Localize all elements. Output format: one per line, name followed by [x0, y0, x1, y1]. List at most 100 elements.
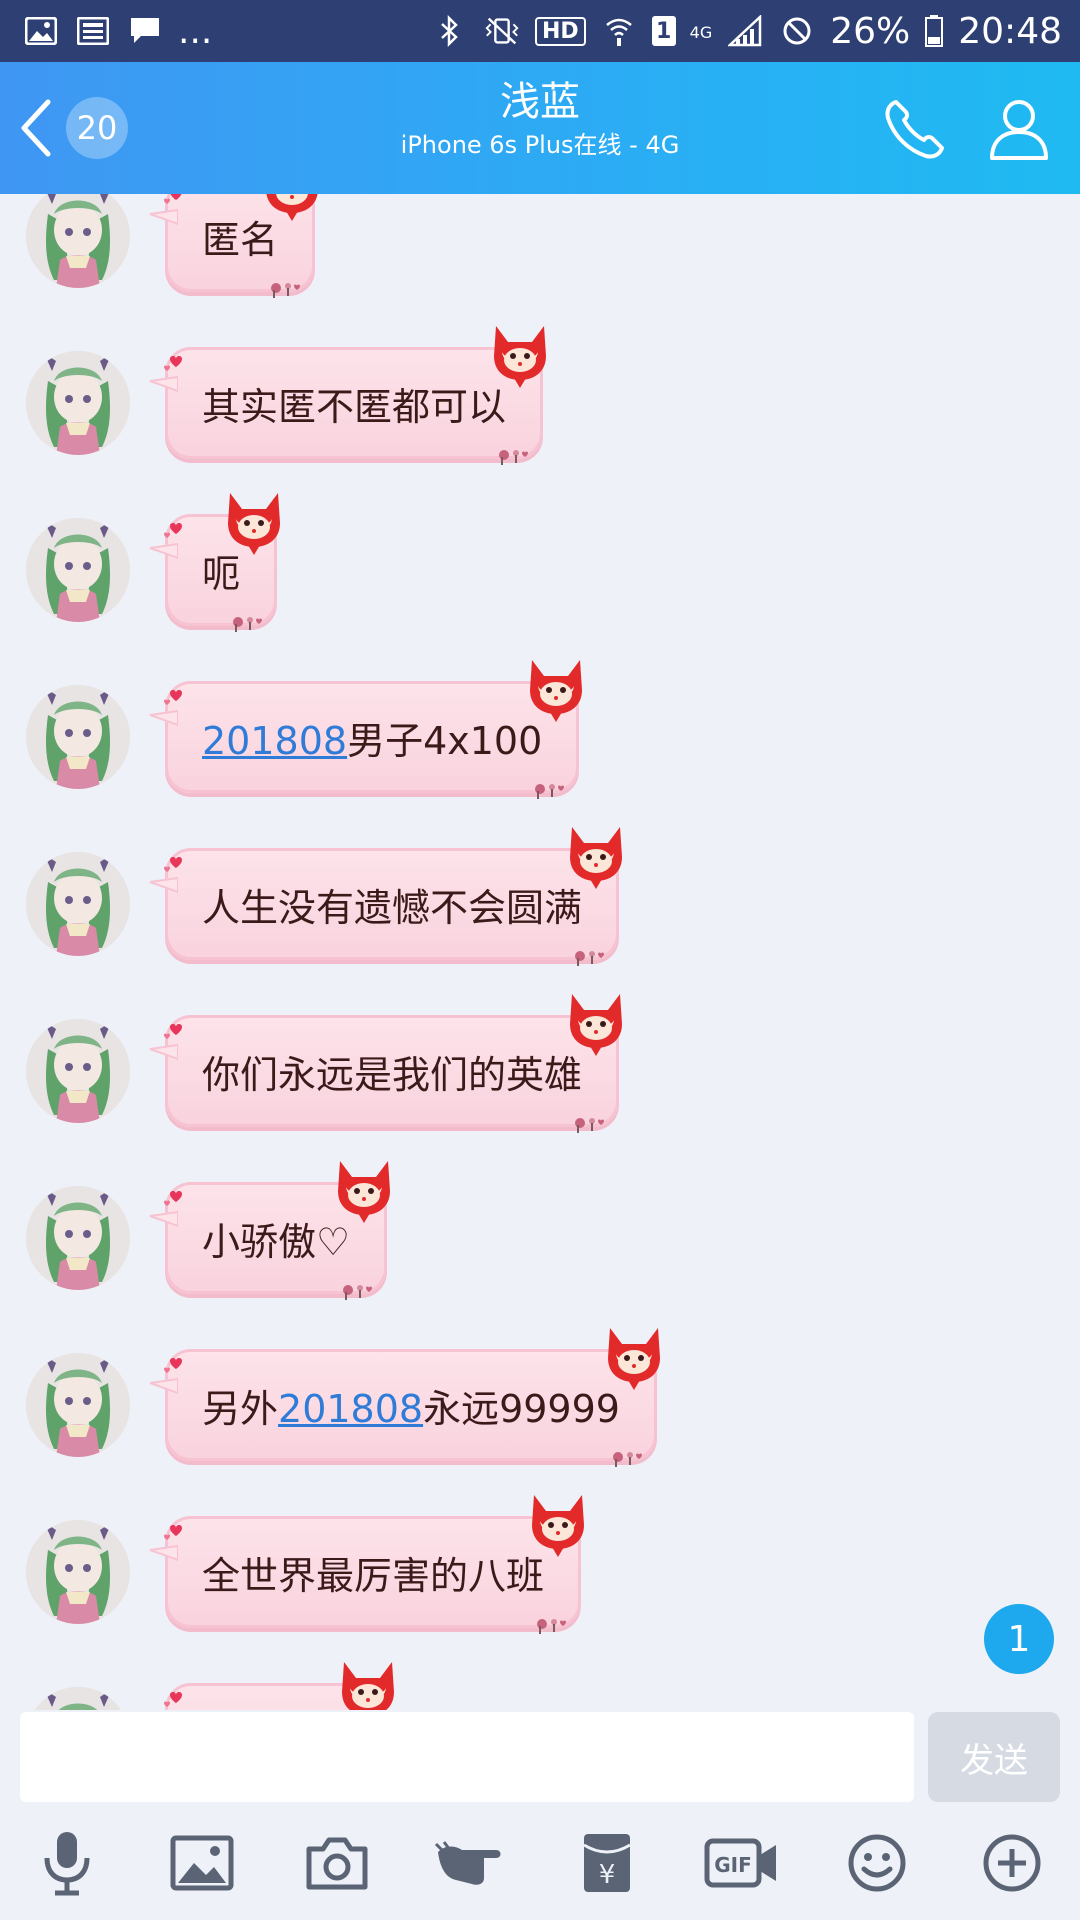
send-button[interactable]: 发送	[928, 1712, 1060, 1802]
message-text-part: 你们永远是我们的英雄	[202, 1052, 583, 1097]
sender-avatar[interactable]	[26, 1353, 130, 1457]
more-notifications: ...	[178, 10, 213, 52]
gif-button[interactable]: GIF	[703, 1824, 781, 1902]
phone-call-button[interactable]	[882, 96, 948, 162]
sender-avatar[interactable]	[26, 518, 130, 622]
contact-status: iPhone 6s Plus在线 - 4G	[400, 131, 680, 159]
flower-decoration-icon	[532, 1599, 568, 1634]
emoji-button[interactable]	[838, 1824, 916, 1902]
message-text-part: 人生没有遗憾不会圆满	[202, 885, 583, 930]
fox-sticker-icon	[332, 1157, 396, 1225]
phone-number-link[interactable]: 201808	[202, 719, 347, 763]
message-list[interactable]: 匿名其实匿不匿都可以呃 201808男子4x100 人生没有遗憾不会圆满 你们永远是我…	[0, 194, 1080, 1710]
camera-icon	[306, 1837, 368, 1890]
flower-decoration-icon	[570, 931, 606, 966]
fox-sticker-icon	[488, 322, 552, 390]
message-text: 人生没有遗憾不会圆满	[202, 877, 582, 932]
status-bar: ... HD 1 4G 26% 20:48	[0, 0, 1080, 62]
plus-icon	[983, 1834, 1041, 1892]
heart-decoration-icon	[162, 1342, 192, 1373]
sender-avatar[interactable]	[26, 1687, 130, 1710]
vibrate-icon	[483, 16, 521, 46]
status-right: HD 1 4G 26% 20:48	[431, 11, 1062, 52]
sender-avatar[interactable]	[26, 1019, 130, 1123]
contact-profile-button[interactable]	[986, 96, 1052, 162]
flower-decoration-icon	[228, 597, 264, 632]
sender-avatar[interactable]	[26, 852, 130, 956]
new-message-badge[interactable]: 1	[984, 1604, 1054, 1674]
message-bubble[interactable]: 全世界最厉害的八班	[149, 1495, 584, 1634]
fox-sticker-icon	[526, 1491, 590, 1559]
voice-button[interactable]	[28, 1824, 106, 1902]
sender-avatar[interactable]	[26, 685, 130, 789]
message-row: 小骄傲♡	[0, 1161, 1080, 1310]
fox-sticker-icon	[336, 1658, 400, 1710]
message-bubble[interactable]: 人生没有遗憾不会圆满	[149, 827, 622, 966]
message-row: 其实匿不匿都可以	[0, 326, 1080, 475]
message-text: 小骄傲♡	[202, 1211, 350, 1266]
battery-icon	[924, 15, 944, 47]
fox-sticker-icon	[564, 823, 628, 891]
message-bubble[interactable]	[164, 1662, 394, 1710]
message-text: 201808男子4x100	[202, 710, 542, 765]
flower-decoration-icon	[570, 1098, 606, 1133]
heart-decoration-icon	[162, 841, 192, 872]
do-not-disturb-icon	[778, 16, 816, 46]
camera-button[interactable]	[298, 1824, 376, 1902]
message-bubble[interactable]: 你们永远是我们的英雄	[149, 994, 622, 1133]
message-bubble[interactable]: 其实匿不匿都可以	[149, 326, 546, 465]
bluetooth-icon	[431, 15, 469, 47]
hd-voice-badge: HD	[534, 16, 586, 46]
chat-header: 20 浅蓝 iPhone 6s Plus在线 - 4G	[0, 62, 1080, 194]
more-button[interactable]	[973, 1824, 1051, 1902]
phone-icon	[885, 100, 944, 159]
phone-number-link[interactable]: 201808	[278, 1387, 423, 1431]
message-row: 呃	[0, 493, 1080, 642]
image-icon	[170, 1835, 234, 1891]
poke-icon	[434, 1841, 501, 1885]
message-bubble[interactable]: 201808男子4x100	[149, 660, 582, 799]
message-text: 其实匿不匿都可以	[202, 376, 506, 431]
message-text-part: 小骄傲♡	[202, 1219, 351, 1264]
message-bubble[interactable]: 匿名	[149, 194, 318, 298]
poke-button[interactable]	[433, 1824, 511, 1902]
input-bar: 发送 ¥ GIF	[0, 1710, 1080, 1920]
message-bubble[interactable]: 小骄傲♡	[149, 1161, 390, 1300]
unread-conversations-badge: 20	[66, 97, 128, 159]
heart-decoration-icon	[162, 1008, 192, 1039]
message-text-part: 另外	[202, 1386, 279, 1431]
heart-decoration-icon	[162, 340, 192, 371]
fox-sticker-icon	[524, 656, 588, 724]
message-row: 你们永远是我们的英雄	[0, 994, 1080, 1143]
contact-info[interactable]: 浅蓝 iPhone 6s Plus在线 - 4G	[290, 76, 790, 162]
fox-sticker-icon	[602, 1324, 666, 1392]
message-text: 你们永远是我们的英雄	[202, 1044, 582, 1099]
signal-icon	[726, 15, 764, 47]
gallery-button[interactable]	[163, 1824, 241, 1902]
flower-decoration-icon	[608, 1432, 644, 1467]
message-text-part: 呃	[202, 551, 241, 596]
sender-avatar[interactable]	[26, 194, 130, 288]
sender-avatar[interactable]	[26, 1520, 130, 1624]
message-row: 另外201808永远99999	[0, 1328, 1080, 1477]
message-bubble[interactable]: 呃	[149, 493, 280, 632]
message-text-part: 全世界最厉害的八班	[202, 1553, 545, 1598]
heart-decoration-icon	[162, 194, 192, 204]
svg-text:¥: ¥	[599, 1860, 616, 1890]
sender-avatar[interactable]	[26, 351, 130, 455]
gallery-notification-icon	[22, 16, 60, 46]
message-row: 201808男子4x100	[0, 660, 1080, 809]
battery-percentage: 26%	[830, 10, 911, 52]
news-notification-icon	[74, 16, 112, 46]
message-text: 全世界最厉害的八班	[202, 1545, 544, 1600]
message-text-part: 其实匿不匿都可以	[202, 384, 507, 429]
red-packet-button[interactable]: ¥	[568, 1824, 646, 1902]
flower-decoration-icon	[494, 430, 530, 465]
message-row: 人生没有遗憾不会圆满	[0, 827, 1080, 976]
flower-decoration-icon	[338, 1265, 374, 1300]
sender-avatar[interactable]	[26, 1186, 130, 1290]
back-button[interactable]: 20	[18, 92, 138, 164]
message-bubble[interactable]: 另外201808永远99999	[149, 1328, 660, 1467]
message-input[interactable]	[20, 1712, 914, 1802]
contact-name: 浅蓝	[500, 79, 580, 125]
